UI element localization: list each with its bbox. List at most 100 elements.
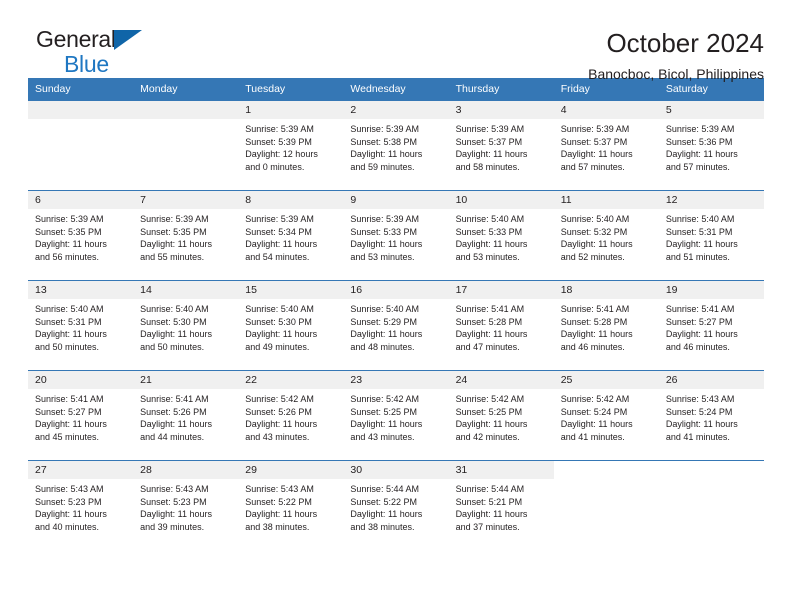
calendar-day-cell[interactable]: 19 Sunrise: 5:41 AM Sunset: 5:27 PM Dayligh…	[658, 280, 764, 371]
calendar-day-cell[interactable]: 11 Sunrise: 5:40 AM Sunset: 5:32 PM Dayligh…	[553, 190, 659, 281]
calendar-day-cell[interactable]: 14 Sunrise: 5:40 AM Sunset: 5:30 PM Dayligh…	[133, 280, 239, 371]
sunrise-text: Sunrise: 5:40 AM	[35, 304, 104, 314]
calendar-day-cell[interactable]: 26 Sunrise: 5:43 AM Sunset: 5:24 PM Dayligh…	[658, 370, 764, 461]
sunset-text: Sunset: 5:33 PM	[455, 226, 523, 237]
daylight-text: and 42 minutes.	[455, 431, 520, 442]
calendar-day-cell[interactable]: 7 Sunrise: 5:39 AM Sunset: 5:35 PM Daylight…	[133, 190, 239, 281]
calendar-day-cell[interactable]: 18 Sunrise: 5:41 AM Sunset: 5:28 PM Dayligh…	[553, 280, 659, 371]
calendar-day-cell[interactable]: 10 Sunrise: 5:40 AM Sunset: 5:33 PM Dayligh…	[448, 190, 554, 281]
sunrise-text: Sunrise: 5:43 AM	[665, 394, 735, 404]
daylight-text: and 56 minutes.	[35, 251, 100, 262]
sunset-text: Sunset: 5:23 PM	[35, 496, 102, 507]
sunset-text: Sunset: 5:37 PM	[455, 136, 523, 147]
day-number: 13	[28, 281, 134, 299]
daylight-text: and 46 minutes.	[665, 341, 730, 352]
sunrise-text: Sunrise: 5:41 AM	[455, 304, 525, 314]
daylight-text: Daylight: 11 hours	[245, 329, 318, 340]
sun-info: Sunrise: 5:42 AM Sunset: 5:24 PM Daylight:…	[554, 389, 659, 443]
calendar-day-cell[interactable]: 25 Sunrise: 5:42 AM Sunset: 5:24 PM Dayligh…	[553, 370, 659, 461]
calendar-day-cell[interactable]: 2 Sunrise: 5:39 AM Sunset: 5:38 PM Daylight…	[343, 100, 449, 191]
calendar-day-cell[interactable]: 13 Sunrise: 5:40 AM Sunset: 5:31 PM Dayligh…	[28, 280, 134, 371]
calendar-day-cell[interactable]: 31 Sunrise: 5:44 AM Sunset: 5:21 PM Dayligh…	[448, 460, 554, 551]
daylight-text: Daylight: 11 hours	[140, 239, 213, 250]
sun-info: Sunrise: 5:40 AM Sunset: 5:33 PM Daylight:…	[449, 209, 554, 263]
calendar-day-cell[interactable]: 8 Sunrise: 5:39 AM Sunset: 5:34 PM Daylight…	[238, 190, 344, 281]
sunset-text: Sunset: 5:27 PM	[35, 406, 102, 417]
calendar-day-cell[interactable]: 28 Sunrise: 5:43 AM Sunset: 5:23 PM Dayligh…	[133, 460, 239, 551]
calendar-day-cell[interactable]: 22 Sunrise: 5:42 AM Sunset: 5:26 PM Dayligh…	[238, 370, 344, 461]
sunrise-text: Sunrise: 5:39 AM	[245, 124, 314, 134]
daylight-text: and 43 minutes.	[245, 431, 310, 442]
calendar-day-cell[interactable]: 15 Sunrise: 5:40 AM Sunset: 5:30 PM Dayligh…	[238, 280, 344, 371]
sunrise-text: Sunrise: 5:43 AM	[245, 484, 314, 494]
calendar-day-cell[interactable]: 3 Sunrise: 5:39 AM Sunset: 5:37 PM Daylight…	[448, 100, 554, 191]
day-number: 4	[553, 101, 659, 119]
day-number	[554, 461, 659, 479]
sunrise-text: Sunrise: 5:42 AM	[455, 394, 525, 404]
sunrise-text: Sunrise: 5:39 AM	[350, 124, 419, 134]
calendar-day-cell[interactable]: 12 Sunrise: 5:40 AM Sunset: 5:31 PM Dayligh…	[658, 190, 764, 281]
daylight-text: Daylight: 11 hours	[455, 419, 528, 430]
calendar-day-cell[interactable]: 24 Sunrise: 5:42 AM Sunset: 5:25 PM Dayligh…	[448, 370, 554, 461]
daylight-text: and 46 minutes.	[560, 341, 625, 352]
sunrise-text: Sunrise: 5:44 AM	[455, 484, 525, 494]
day-number: 10	[448, 191, 554, 209]
calendar-day-cell[interactable]: 5 Sunrise: 5:39 AM Sunset: 5:36 PM Daylight…	[658, 100, 764, 191]
calendar-day-cell[interactable]: 9 Sunrise: 5:39 AM Sunset: 5:33 PM Daylight…	[343, 190, 449, 281]
daylight-text: and 54 minutes.	[245, 251, 310, 262]
calendar-day-cell[interactable]: 6 Sunrise: 5:39 AM Sunset: 5:35 PM Daylight…	[28, 190, 134, 281]
sun-info: Sunrise: 5:39 AM Sunset: 5:37 PM Daylight:…	[449, 119, 554, 173]
calendar-day-cell[interactable]: 20 Sunrise: 5:41 AM Sunset: 5:27 PM Dayligh…	[28, 370, 134, 461]
daylight-text: and 51 minutes.	[665, 251, 730, 262]
day-number: 17	[448, 281, 554, 299]
sunrise-text: Sunrise: 5:40 AM	[665, 214, 735, 224]
daylight-text: and 41 minutes.	[560, 431, 625, 442]
daylight-text: Daylight: 11 hours	[455, 509, 528, 520]
sunset-text: Sunset: 5:22 PM	[350, 496, 417, 507]
day-number: 20	[28, 371, 134, 389]
triangle-icon	[114, 30, 142, 50]
calendar-body: 1 Sunrise: 5:39 AM Sunset: 5:39 PM Daylight…	[28, 100, 764, 551]
daylight-text: Daylight: 11 hours	[140, 509, 213, 520]
daylight-text: and 45 minutes.	[35, 431, 100, 442]
calendar-week-row: 27 Sunrise: 5:43 AM Sunset: 5:23 PM Dayligh…	[28, 460, 764, 551]
sunset-text: Sunset: 5:26 PM	[245, 406, 312, 417]
sunrise-text: Sunrise: 5:39 AM	[665, 124, 735, 134]
sunset-text: Sunset: 5:37 PM	[560, 136, 628, 147]
day-number: 7	[133, 191, 239, 209]
sunset-text: Sunset: 5:29 PM	[350, 316, 417, 327]
daylight-text: and 57 minutes.	[560, 161, 625, 172]
daylight-text: and 50 minutes.	[35, 341, 100, 352]
daylight-text: and 41 minutes.	[665, 431, 730, 442]
sunset-text: Sunset: 5:25 PM	[455, 406, 523, 417]
sun-info: Sunrise: 5:39 AM Sunset: 5:36 PM Daylight:…	[659, 119, 764, 173]
daylight-text: Daylight: 11 hours	[665, 239, 738, 250]
general-blue-logo[interactable]: General Blue	[28, 26, 158, 82]
daylight-text: Daylight: 11 hours	[455, 329, 528, 340]
calendar-day-cell[interactable]: 27 Sunrise: 5:43 AM Sunset: 5:23 PM Dayligh…	[28, 460, 134, 551]
calendar-day-cell[interactable]: 29 Sunrise: 5:43 AM Sunset: 5:22 PM Dayligh…	[238, 460, 344, 551]
daylight-text: and 47 minutes.	[455, 341, 520, 352]
daylight-text: Daylight: 11 hours	[350, 509, 423, 520]
calendar-day-cell[interactable]: 21 Sunrise: 5:41 AM Sunset: 5:26 PM Dayligh…	[133, 370, 239, 461]
day-number: 15	[238, 281, 344, 299]
daylight-text: Daylight: 11 hours	[245, 419, 318, 430]
sunset-text: Sunset: 5:30 PM	[140, 316, 207, 327]
calendar-day-cell[interactable]: 23 Sunrise: 5:42 AM Sunset: 5:25 PM Dayligh…	[343, 370, 449, 461]
day-number: 27	[28, 461, 134, 479]
calendar-day-cell[interactable]: 4 Sunrise: 5:39 AM Sunset: 5:37 PM Daylight…	[553, 100, 659, 191]
calendar-grid: Sunday Monday Tuesday Wednesday Thursday…	[28, 78, 764, 551]
sunset-text: Sunset: 5:32 PM	[560, 226, 628, 237]
sunrise-text: Sunrise: 5:41 AM	[140, 394, 209, 404]
sunrise-text: Sunrise: 5:40 AM	[455, 214, 525, 224]
daylight-text: Daylight: 11 hours	[350, 329, 423, 340]
sunrise-text: Sunrise: 5:39 AM	[560, 124, 630, 134]
calendar-day-cell[interactable]: 16 Sunrise: 5:40 AM Sunset: 5:29 PM Dayligh…	[343, 280, 449, 371]
daylight-text: and 38 minutes.	[245, 521, 310, 532]
sun-info: Sunrise: 5:40 AM Sunset: 5:30 PM Daylight:…	[238, 299, 343, 353]
calendar-day-cell[interactable]: 30 Sunrise: 5:44 AM Sunset: 5:22 PM Dayligh…	[343, 460, 449, 551]
calendar-day-cell[interactable]: 1 Sunrise: 5:39 AM Sunset: 5:39 PM Daylight…	[238, 100, 344, 191]
daylight-text: and 40 minutes.	[35, 521, 100, 532]
calendar-day-cell[interactable]: 17 Sunrise: 5:41 AM Sunset: 5:28 PM Dayligh…	[448, 280, 554, 371]
daylight-text: Daylight: 11 hours	[350, 419, 423, 430]
